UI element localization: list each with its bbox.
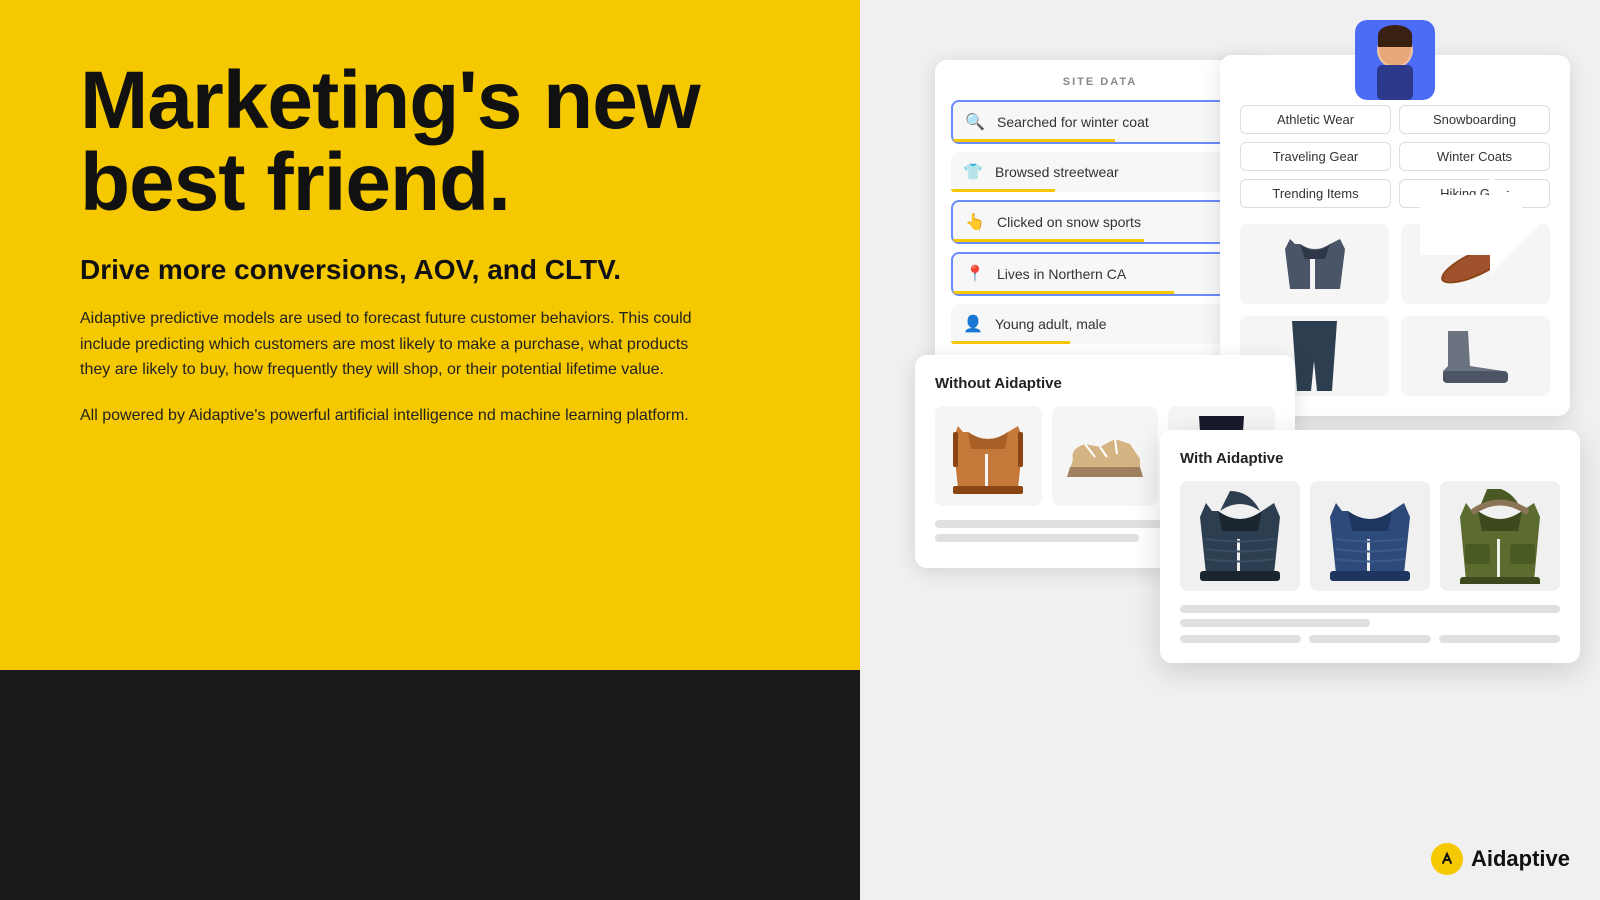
with-skeleton-4 (1309, 635, 1430, 643)
site-data-text-click: Clicked on snow sports (997, 214, 1141, 230)
without-panel-title: Without Aidaptive (935, 375, 1275, 392)
left-panel: Marketing's new best friend. Drive more … (0, 0, 860, 900)
without-product-bomber (935, 406, 1042, 506)
pants-icon (1287, 321, 1342, 391)
without-product-sneakers (1052, 406, 1159, 506)
with-skeleton-3 (1180, 635, 1301, 643)
site-data-text-browse: Browsed streetwear (995, 164, 1119, 180)
browse-icon: 👕 (963, 162, 983, 182)
aidaptive-brand-icon (1436, 848, 1458, 870)
with-product-blue-puffer (1310, 481, 1430, 591)
logo-icon (1431, 843, 1463, 875)
search-icon: 🔍 (965, 112, 985, 132)
bottom-black-panel (0, 670, 860, 900)
site-data-label: SITE DATA (951, 76, 1249, 88)
bomber-jacket-icon (953, 414, 1023, 499)
with-panel-title: With Aidaptive (1180, 450, 1560, 467)
arrow-container (1420, 175, 1540, 280)
with-product-dark-puffer (1180, 481, 1300, 591)
with-products-grid (1180, 481, 1560, 591)
with-skeleton-1 (1180, 605, 1560, 613)
location-icon: 📍 (965, 264, 985, 284)
tag-winter-coats: Winter Coats (1399, 142, 1550, 171)
user-avatar (1355, 20, 1435, 100)
headline: Marketing's new best friend. (80, 60, 780, 224)
sneakers-icon (1065, 429, 1145, 484)
blue-puffer-icon (1330, 489, 1410, 584)
avatar-image (1355, 20, 1435, 100)
with-panel: With Aidaptive (1160, 430, 1580, 663)
tag-snowboarding: Snowboarding (1399, 105, 1550, 134)
body-text-2: All powered by Aidaptive's powerful arti… (80, 403, 720, 429)
product-thumb-boots (1401, 316, 1550, 396)
with-skeleton-5 (1439, 635, 1560, 643)
site-data-text-location: Lives in Northern CA (997, 266, 1126, 282)
tag-trending-items: Trending Items (1240, 179, 1391, 208)
boots-icon (1438, 326, 1513, 386)
tag-traveling-gear: Traveling Gear (1240, 142, 1391, 171)
site-data-text-search: Searched for winter coat (997, 114, 1149, 130)
click-icon: 👆 (965, 212, 985, 232)
body-text-1: Aidaptive predictive models are used to … (80, 306, 720, 383)
with-skeleton-row (1180, 635, 1560, 643)
arrow-icon (1420, 175, 1540, 275)
right-panel: SITE DATA 🔍 Searched for winter coat 👕 B… (860, 0, 1600, 900)
site-data-text-demo: Young adult, male (995, 316, 1107, 332)
site-data-item-demo: 👤 Young adult, male (951, 304, 1249, 344)
site-data-item-click: 👆 Clicked on snow sports (951, 200, 1249, 244)
jacket-icon (1285, 229, 1345, 299)
subheadline: Drive more conversions, AOV, and CLTV. (80, 254, 780, 286)
with-product-olive-parka (1440, 481, 1560, 591)
skeleton-line-2 (935, 534, 1139, 542)
site-data-panel: SITE DATA 🔍 Searched for winter coat 👕 B… (935, 60, 1265, 368)
user-icon: 👤 (963, 314, 983, 334)
site-data-item-search: 🔍 Searched for winter coat (951, 100, 1249, 144)
logo-text: Aidaptive (1471, 846, 1570, 872)
site-data-item-location: 📍 Lives in Northern CA (951, 252, 1249, 296)
logo-container: Aidaptive (1431, 843, 1570, 875)
dark-puffer-icon (1200, 489, 1280, 584)
product-thumb-jacket (1240, 224, 1389, 304)
tag-athletic-wear: Athletic Wear (1240, 105, 1391, 134)
olive-parka-icon (1460, 489, 1540, 584)
with-skeleton-2 (1180, 619, 1370, 627)
site-data-item-browse: 👕 Browsed streetwear (951, 152, 1249, 192)
